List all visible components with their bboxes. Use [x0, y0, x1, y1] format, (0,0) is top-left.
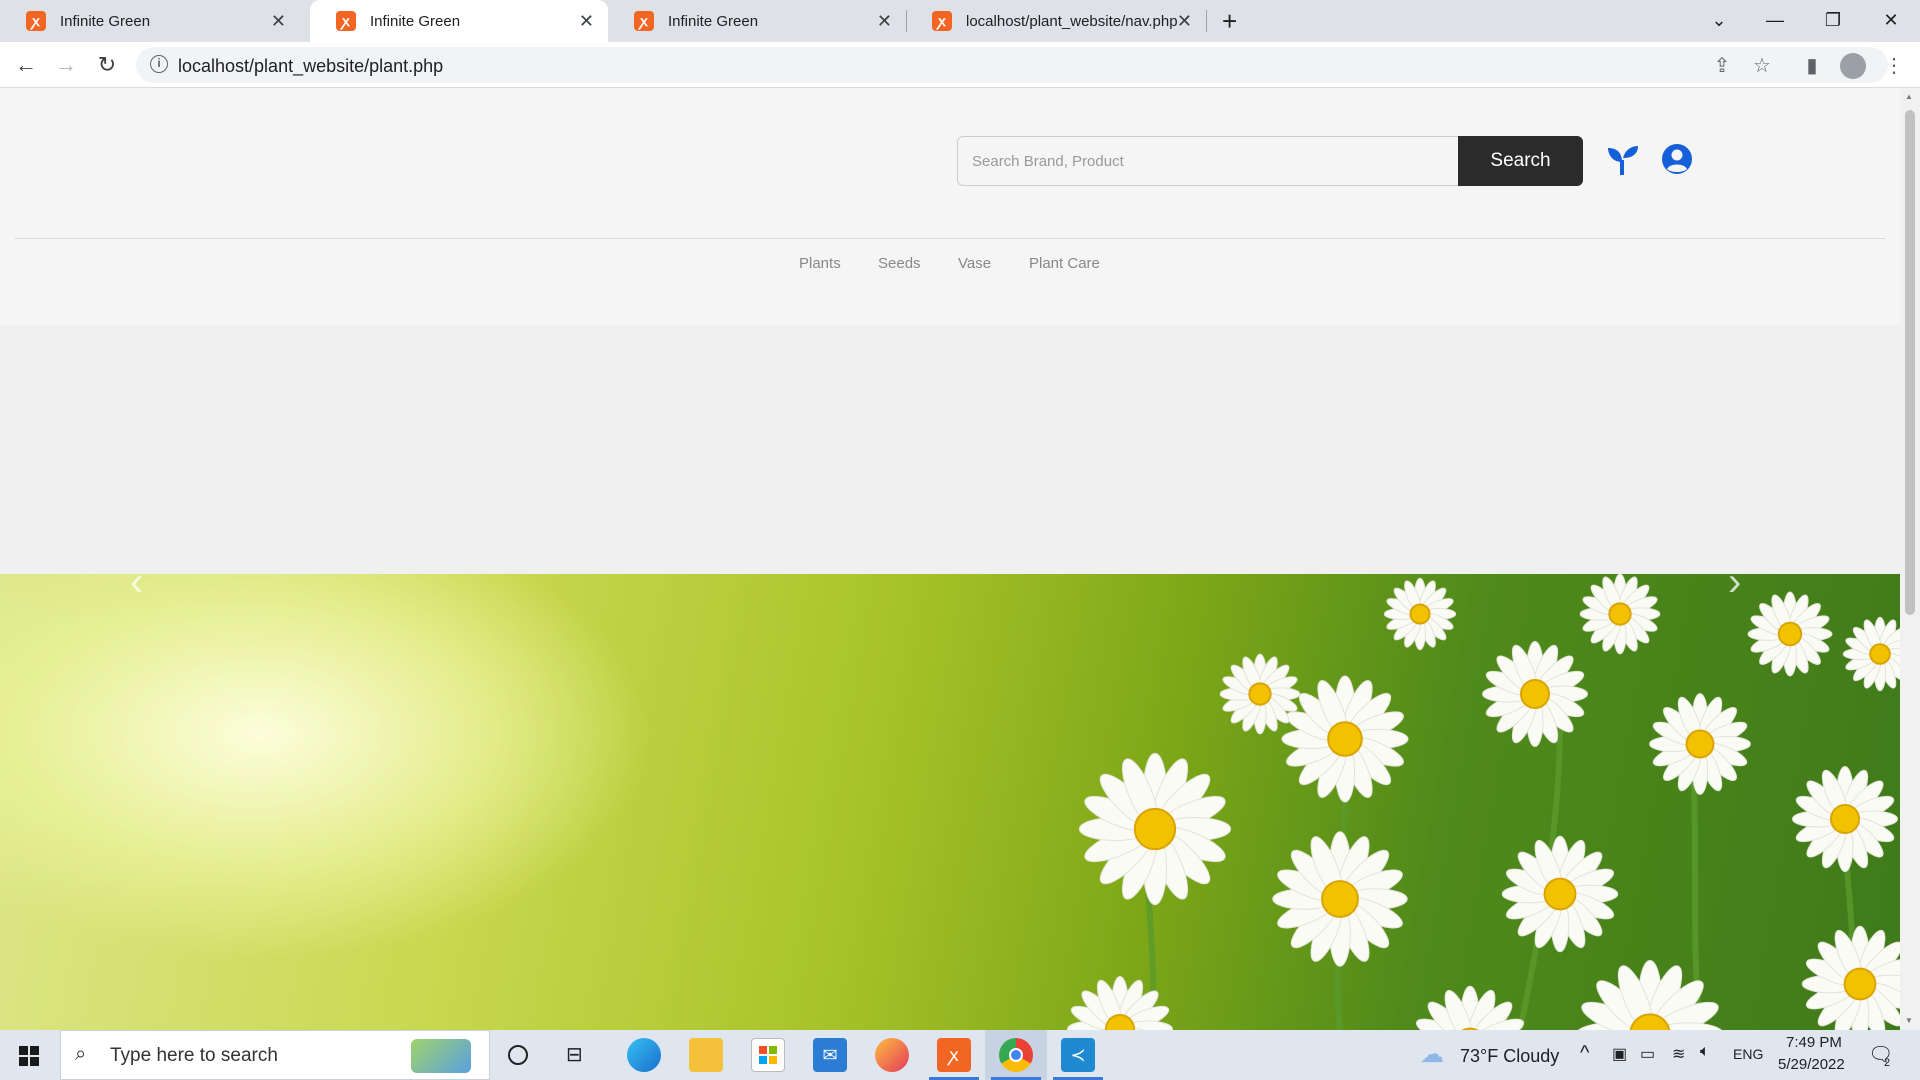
- site-header: Search Plants Seeds Vase Plant Care: [0, 88, 1900, 325]
- xampp-icon[interactable]: ꭗ: [937, 1038, 971, 1072]
- url-text: localhost/plant_website/plant.php: [178, 56, 444, 76]
- clock-date[interactable]: 5/29/2022: [1778, 1056, 1845, 1073]
- browser-toolbar: ← → ↻ i localhost/plant_website/plant.ph…: [0, 42, 1920, 88]
- daisy-flower: [1281, 675, 1409, 803]
- wifi-icon[interactable]: ≋: [1672, 1044, 1685, 1064]
- taskbar-search-placeholder: Type here to search: [110, 1045, 278, 1066]
- scrollbar-thumb[interactable]: [1905, 110, 1915, 615]
- web-page: Search Plants Seeds Vase Plant Care: [0, 88, 1900, 1030]
- reload-icon[interactable]: ↻: [91, 49, 123, 81]
- input-language[interactable]: ENG: [1733, 1046, 1763, 1062]
- address-bar[interactable]: i localhost/plant_website/plant.php ⇪ ☆: [136, 47, 1888, 83]
- nav-link-plants[interactable]: Plants: [799, 255, 841, 272]
- search-button[interactable]: Search: [1458, 136, 1583, 186]
- bookmark-star-icon[interactable]: ☆: [1746, 49, 1778, 81]
- edge-browser-icon[interactable]: [627, 1038, 661, 1072]
- battery-icon[interactable]: ▭: [1640, 1044, 1655, 1064]
- daisy-flower: [1067, 976, 1173, 1030]
- browser-tab[interactable]: ꭗ Infinite Green ✕: [608, 0, 906, 42]
- close-tab-icon[interactable]: ✕: [579, 11, 594, 31]
- carousel-next-icon[interactable]: ›: [1728, 560, 1741, 605]
- cortana-icon[interactable]: [508, 1045, 528, 1065]
- side-panel-icon[interactable]: ▮: [1796, 49, 1828, 81]
- show-hidden-icons-icon[interactable]: ^: [1580, 1042, 1589, 1065]
- site-info-icon[interactable]: i: [150, 55, 168, 73]
- daisy-flower: [1747, 591, 1833, 677]
- daisy-flower: [1482, 641, 1588, 747]
- xampp-favicon-icon: ꭗ: [336, 11, 356, 31]
- close-window-icon[interactable]: ✕: [1868, 0, 1914, 40]
- page-scrollbar[interactable]: ▲ ▼: [1900, 88, 1920, 1030]
- weather-text[interactable]: 73°F Cloudy: [1460, 1046, 1559, 1067]
- search-highlight-icon: [411, 1039, 471, 1073]
- back-icon[interactable]: ←: [10, 49, 42, 81]
- cloudy-weather-icon[interactable]: ☁: [1420, 1040, 1444, 1069]
- tab-title: Infinite Green: [668, 12, 759, 30]
- tab-title: Infinite Green: [60, 12, 151, 30]
- minimize-icon[interactable]: —: [1752, 0, 1798, 40]
- xampp-favicon-icon: ꭗ: [26, 11, 46, 31]
- chrome-icon[interactable]: [999, 1038, 1033, 1072]
- daisy-flower: [1842, 616, 1900, 692]
- close-tab-icon[interactable]: ✕: [877, 11, 892, 31]
- hero-carousel-image: [0, 574, 1900, 1030]
- xampp-favicon-icon: ꭗ: [634, 11, 654, 31]
- close-tab-icon[interactable]: ✕: [271, 11, 286, 31]
- daisy-flower: [1649, 693, 1751, 795]
- daisy-flower: [1078, 752, 1232, 906]
- nav-link-vase[interactable]: Vase: [958, 255, 991, 272]
- windows-start-icon[interactable]: [19, 1046, 39, 1066]
- close-tab-icon[interactable]: ✕: [1177, 11, 1192, 31]
- task-view-icon[interactable]: ⊟: [566, 1042, 583, 1067]
- daisy-flower: [1383, 577, 1457, 651]
- vscode-icon[interactable]: ≺: [1061, 1038, 1095, 1072]
- daisy-flower: [1501, 835, 1619, 953]
- volume-icon[interactable]: 🔈︎: [1700, 1043, 1710, 1061]
- mail-icon[interactable]: ✉: [813, 1038, 847, 1072]
- daisy-flowers-photo: [1067, 574, 1900, 1030]
- header-divider: [15, 238, 1885, 239]
- new-tab-button[interactable]: +: [1222, 6, 1237, 37]
- daisy-flower: [1579, 574, 1661, 655]
- tab-title: localhost/plant_website/nav.php: [966, 12, 1178, 30]
- xampp-favicon-icon: ꭗ: [932, 11, 952, 31]
- firefox-icon[interactable]: [875, 1038, 909, 1072]
- scroll-up-icon[interactable]: ▲: [1905, 92, 1913, 101]
- daisy-flower: [1415, 985, 1525, 1030]
- tab-title: Infinite Green: [370, 12, 461, 30]
- daisy-flower: [1219, 653, 1301, 735]
- restore-icon[interactable]: ❐: [1810, 0, 1856, 40]
- menu-kebab-icon[interactable]: ⋮: [1878, 49, 1910, 81]
- user-circle-icon[interactable]: [1661, 143, 1693, 175]
- daisy-flower: [1792, 766, 1898, 872]
- file-explorer-icon[interactable]: [689, 1038, 723, 1072]
- browser-tab-strip: ꭗ Infinite Green ✕ ꭗ Infinite Green ✕ ꭗ …: [0, 0, 1920, 42]
- daisy-flower: [1576, 960, 1724, 1030]
- nav-link-seeds[interactable]: Seeds: [878, 255, 921, 272]
- browser-tab-active[interactable]: ꭗ Infinite Green ✕: [310, 0, 608, 42]
- nav-link-plant-care[interactable]: Plant Care: [1029, 255, 1100, 272]
- clock-time[interactable]: 7:49 PM: [1786, 1034, 1842, 1051]
- daisy-flower: [1272, 831, 1408, 967]
- windows-taskbar: ⌕ Type here to search ⊟ ✉ ꭗ ≺ ☁ 73°F Clo…: [0, 1030, 1920, 1080]
- tab-search-icon[interactable]: ⌄: [1696, 0, 1742, 40]
- meet-now-icon[interactable]: ▣: [1612, 1044, 1627, 1064]
- browser-tab[interactable]: ꭗ Infinite Green ✕: [0, 0, 300, 42]
- seedling-icon[interactable]: [1606, 142, 1640, 176]
- tab-separator: [1206, 10, 1207, 32]
- taskbar-search-box[interactable]: ⌕ Type here to search: [60, 1030, 490, 1080]
- scroll-down-icon[interactable]: ▼: [1905, 1016, 1913, 1025]
- search-input[interactable]: [957, 136, 1459, 186]
- microsoft-store-icon[interactable]: [751, 1038, 785, 1072]
- daisy-flower: [1801, 925, 1900, 1030]
- carousel-prev-icon[interactable]: ‹: [130, 560, 143, 605]
- browser-tab[interactable]: ꭗ localhost/plant_website/nav.php ✕: [906, 0, 1206, 42]
- profile-avatar-icon[interactable]: [1840, 53, 1866, 79]
- forward-icon[interactable]: →: [50, 49, 82, 81]
- notification-count: 2: [1884, 1057, 1891, 1069]
- search-icon: ⌕: [75, 1043, 87, 1065]
- share-icon[interactable]: ⇪: [1706, 49, 1738, 81]
